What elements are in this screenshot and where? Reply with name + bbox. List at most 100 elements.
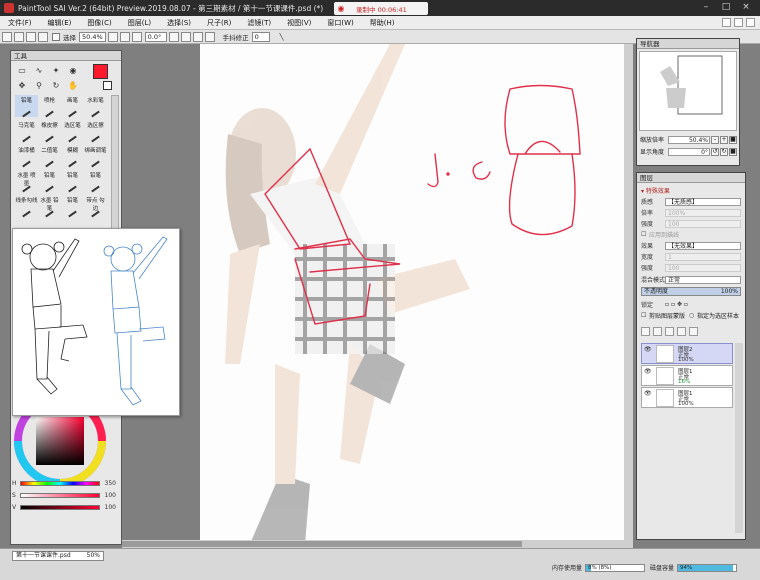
magic-wand-icon[interactable]: ✦ bbox=[49, 65, 63, 77]
rotate-icon[interactable]: ↻ bbox=[49, 80, 63, 92]
stabilizer-select[interactable]: 0 bbox=[251, 31, 270, 42]
opacity-slider[interactable]: 不透明度 100% bbox=[641, 287, 741, 296]
line-tool-icon[interactable]: ╲ bbox=[280, 33, 284, 41]
lasso-icon[interactable]: ∿ bbox=[32, 65, 46, 77]
new-folder-icon[interactable] bbox=[653, 327, 662, 336]
brush-select-eraser[interactable]: 选区擦 bbox=[84, 120, 107, 142]
nav-rotate-left-button[interactable]: ↺ bbox=[711, 147, 719, 156]
brush-pencil-4[interactable]: 铅笔 bbox=[84, 170, 107, 192]
doc-close-button[interactable] bbox=[746, 18, 755, 27]
document-tab[interactable]: 第十一节课课件.psd 50% bbox=[12, 551, 104, 561]
nav-zoom-reset-button[interactable]: ■ bbox=[729, 135, 737, 144]
reference-sketch-window[interactable] bbox=[12, 228, 180, 416]
brush-ink-pencil[interactable]: 水墨 铅笔 bbox=[38, 195, 61, 217]
brush-list-scrollbar[interactable] bbox=[111, 95, 119, 240]
eye-icon[interactable]: 👁 bbox=[644, 346, 652, 354]
brush-binary[interactable]: 二值笔 bbox=[38, 145, 61, 167]
drawing-canvas[interactable] bbox=[200, 44, 633, 540]
zoom-reset-button[interactable] bbox=[131, 31, 142, 42]
nav-rotate-reset-button[interactable]: ■ bbox=[729, 147, 737, 156]
move-icon[interactable]: ✥ bbox=[15, 80, 29, 92]
strength-field[interactable]: 100 bbox=[665, 219, 741, 228]
hue-slider[interactable] bbox=[20, 480, 100, 486]
nav-zoom-out-button[interactable]: – bbox=[711, 135, 719, 144]
saturation-slider[interactable] bbox=[20, 492, 100, 498]
zoom-field[interactable]: 50.4% bbox=[79, 31, 106, 42]
deselect-button[interactable] bbox=[26, 31, 36, 42]
close-button[interactable]: × bbox=[736, 1, 756, 14]
nav-angle-field[interactable]: 0° bbox=[668, 147, 710, 156]
menu-filter[interactable]: 滤镜(T) bbox=[239, 18, 279, 28]
brush-blend[interactable]: 绑画调笔 bbox=[84, 145, 107, 167]
brush-marker[interactable]: 马克笔 bbox=[15, 120, 38, 142]
minimize-button[interactable]: – bbox=[696, 1, 716, 14]
effects-header[interactable]: ▾ 特殊效果 bbox=[641, 186, 741, 195]
navigator-thumbnail[interactable] bbox=[639, 51, 737, 131]
menu-layer[interactable]: 图层(L) bbox=[120, 18, 159, 28]
layer-list-scrollbar[interactable] bbox=[735, 343, 743, 533]
brush-lineart[interactable]: 线条勾线 bbox=[15, 195, 38, 217]
hand-icon[interactable]: ✋ bbox=[66, 80, 80, 92]
menu-select[interactable]: 选择(S) bbox=[159, 18, 199, 28]
brush-watercolor[interactable]: 水彩笔 bbox=[84, 95, 107, 117]
doc-restore-button[interactable] bbox=[734, 18, 743, 27]
primary-color-swatch[interactable] bbox=[93, 64, 108, 79]
zoom-icon[interactable]: ⚲ bbox=[32, 80, 46, 92]
brush-dot-edge[interactable]: 带点 勾边 bbox=[84, 195, 107, 217]
menu-view[interactable]: 视图(V) bbox=[279, 18, 319, 28]
zoom-out-button[interactable] bbox=[107, 31, 118, 42]
brush-brush[interactable]: 画笔 bbox=[61, 95, 84, 117]
brush-bucket[interactable]: 油漆桶 bbox=[15, 145, 38, 167]
nav-zoom-in-button[interactable]: + bbox=[720, 135, 728, 144]
brush-pencil-5[interactable]: 铅笔 bbox=[61, 195, 84, 217]
redo-button[interactable] bbox=[14, 31, 24, 42]
menu-image[interactable]: 图像(C) bbox=[79, 18, 119, 28]
select-source-radio[interactable]: ○ bbox=[689, 312, 697, 319]
maximize-button[interactable]: □ bbox=[716, 1, 736, 14]
layer-item[interactable]: 👁 图层1 正常 16% bbox=[641, 365, 733, 386]
menu-window[interactable]: 窗口(W) bbox=[319, 18, 361, 28]
eye-icon[interactable]: 👁 bbox=[644, 368, 652, 376]
menu-help[interactable]: 帮助(H) bbox=[362, 18, 403, 28]
menu-file[interactable]: 文件(F) bbox=[0, 18, 40, 28]
layer-item[interactable]: 👁 图层1 正常 100% bbox=[641, 387, 733, 408]
value-slider[interactable] bbox=[20, 504, 100, 510]
lock-icons[interactable]: ▫ ▫ ✥ ▫ bbox=[665, 301, 688, 308]
new-layer-icon[interactable] bbox=[641, 327, 650, 336]
undo-button[interactable] bbox=[2, 31, 12, 42]
brush-select-pen[interactable]: 选区笔 bbox=[61, 120, 84, 142]
bucket-icon[interactable]: ◉ bbox=[66, 65, 80, 77]
canvas-horizontal-scrollbar[interactable] bbox=[122, 540, 633, 548]
canvas-vertical-scrollbar[interactable] bbox=[624, 44, 633, 540]
horizontal-scroll-thumb[interactable] bbox=[122, 541, 522, 547]
rotate-left-button[interactable] bbox=[168, 31, 179, 42]
rotation-field[interactable]: 0.0° bbox=[144, 31, 167, 42]
copy-layer-icon[interactable] bbox=[665, 327, 674, 336]
texture-select[interactable]: 【无质感】 bbox=[665, 197, 741, 206]
rotate-reset-button[interactable] bbox=[192, 31, 203, 42]
invert-selection-button[interactable] bbox=[38, 31, 48, 42]
selection-checkbox[interactable] bbox=[52, 32, 60, 41]
rect-select-icon[interactable]: ▭ bbox=[15, 65, 29, 77]
effect-select[interactable]: 【无效果】 bbox=[665, 241, 741, 250]
brush-airbrush[interactable]: 喷枪 bbox=[38, 95, 61, 117]
recording-indicator[interactable]: ◉ 录制中 00:06:41 bbox=[334, 2, 428, 15]
flip-button[interactable] bbox=[204, 31, 215, 42]
eye-icon[interactable]: 👁 bbox=[644, 390, 652, 398]
layer-item[interactable]: 👁 图层2 正常 100% bbox=[641, 343, 733, 364]
brush-eraser[interactable]: 橡皮擦 bbox=[38, 120, 61, 142]
apply-checkbox[interactable]: ☐ bbox=[641, 231, 649, 238]
menu-ruler[interactable]: 尺子(R) bbox=[199, 18, 239, 28]
nav-rotate-right-button[interactable]: ↻ bbox=[720, 147, 728, 156]
delete-layer-icon[interactable] bbox=[677, 327, 686, 336]
clip-checkbox[interactable]: ☐ bbox=[641, 312, 649, 319]
brush-blur[interactable]: 模糊 bbox=[61, 145, 84, 167]
nav-zoom-field[interactable]: 50.4% bbox=[668, 135, 710, 144]
scale-field[interactable]: 100% bbox=[665, 208, 741, 217]
brush-pencil-2[interactable]: 铅笔 bbox=[38, 170, 61, 192]
strength2-field[interactable]: 100 bbox=[665, 263, 741, 272]
brush-pencil-3[interactable]: 铅笔 bbox=[61, 170, 84, 192]
secondary-color-swatch[interactable] bbox=[103, 81, 112, 90]
merge-down-icon[interactable] bbox=[689, 327, 698, 336]
brush-ink-spray[interactable]: 水墨 喷墨 bbox=[15, 170, 38, 192]
